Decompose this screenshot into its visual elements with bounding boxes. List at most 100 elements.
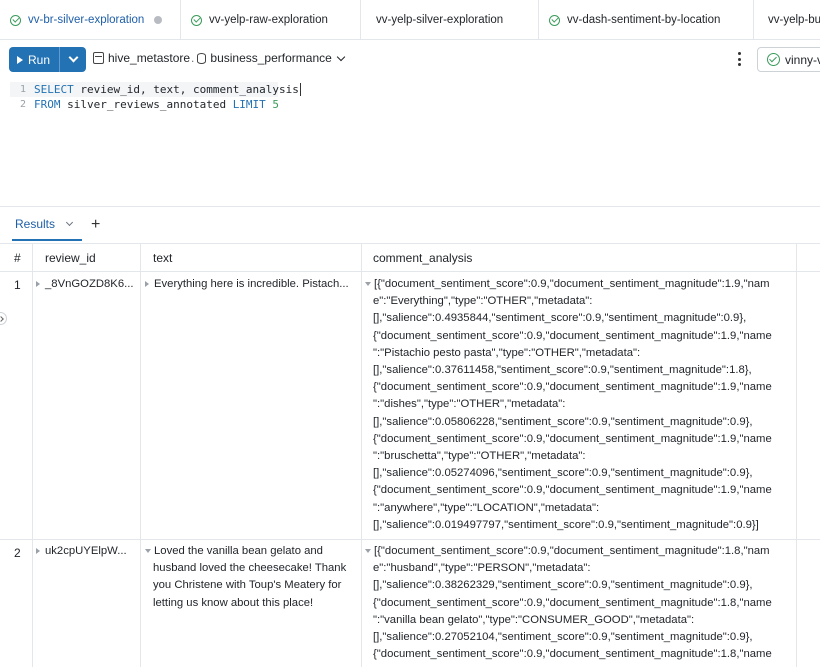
- run-button[interactable]: Run: [9, 47, 60, 72]
- analysis-line: ":"anywhere","type":"LOCATION","metadata…: [373, 501, 600, 514]
- analysis-line: [],"salience":0.4935844,"sentiment_score…: [373, 312, 747, 325]
- sql-keyword: FROM: [34, 98, 61, 111]
- editor-toolbar: Run hive_metastore . business_performanc…: [0, 40, 820, 78]
- analysis-line: {"document_sentiment_score":0.9,"documen…: [373, 381, 772, 394]
- check-circle-icon: [549, 14, 560, 26]
- tab-label: vv-dash-sentiment-by-location: [567, 14, 721, 26]
- row-number: 2: [14, 546, 21, 560]
- chevron-down-icon[interactable]: [65, 218, 74, 227]
- database-icon: [197, 52, 207, 64]
- column-header-text[interactable]: text: [153, 244, 172, 272]
- analysis-line: {"document_sentiment_score":0.9,"documen…: [373, 648, 772, 661]
- tab-label: vv-br-silver-exploration: [28, 14, 145, 26]
- sql-keyword: SELECT: [34, 83, 74, 96]
- analysis-line: [],"salience":0.27052104,"sentiment_scor…: [373, 631, 753, 644]
- analysis-line: [],"salience":0.05274096,"sentiment_scor…: [373, 467, 753, 480]
- column-header-comment-analysis[interactable]: comment_analysis: [373, 244, 472, 272]
- sql-text: review_id, text, comment_analysis: [73, 83, 299, 96]
- cell-text[interactable]: Everything here is incredible. Pistach..…: [145, 276, 359, 293]
- collapse-icon[interactable]: [365, 549, 371, 554]
- add-visualization-button[interactable]: +: [91, 216, 100, 234]
- expand-icon[interactable]: [36, 281, 40, 288]
- analysis-line: ":"bruschetta","type":"OTHER","metadata"…: [373, 450, 586, 463]
- analysis-line: [],"salience":0.019497797,"sentiment_sco…: [373, 518, 759, 531]
- tab-vv-yelp-silver-exploration[interactable]: vv-yelp-silver-exploration: [361, 0, 539, 39]
- text-value: Everything here is incredible. Pistach..…: [154, 278, 349, 290]
- results-tab-underline: [12, 239, 82, 241]
- catalog-schema-selector[interactable]: hive_metastore . business_performance: [93, 51, 346, 65]
- unsaved-dot-icon: [154, 16, 163, 24]
- text-value: Loved the vanilla bean gelato and: [154, 545, 323, 557]
- analysis-line: {"document_sentiment_score":0.9,"documen…: [373, 484, 772, 497]
- tab-bar: vv-br-silver-exploration vv-yelp-raw-exp…: [0, 0, 820, 40]
- analysis-line: [],"salience":0.38262329,"sentiment_scor…: [373, 579, 753, 592]
- results-bar: Results +: [0, 207, 820, 243]
- column-divider[interactable]: [796, 244, 797, 667]
- review-id-value: uk2cpUYElpW...: [45, 545, 127, 557]
- analysis-line: [],"salience":0.05806228,"sentiment_scor…: [373, 415, 753, 428]
- analysis-line: ":"Pistachio pesto pasta","type":"OTHER"…: [373, 346, 641, 359]
- analysis-line: ":"dishes","type":"OTHER","metadata":: [373, 398, 566, 411]
- row-number: 1: [14, 278, 21, 292]
- collapse-icon[interactable]: [145, 549, 151, 554]
- analysis-line: ":"vanilla bean gelato","type":"CONSUMER…: [373, 613, 695, 626]
- analysis-line: {"document_sentiment_score":0.9,"documen…: [373, 432, 772, 445]
- more-options-icon[interactable]: [737, 52, 741, 66]
- tab-vv-br-silver-exploration[interactable]: vv-br-silver-exploration: [0, 0, 181, 39]
- cell-comment-analysis[interactable]: [{"document_sentiment_score":0.9,"docume…: [365, 543, 795, 663]
- collapse-icon[interactable]: [365, 282, 371, 287]
- play-icon: [17, 55, 23, 64]
- line-number: 2: [19, 99, 26, 110]
- analysis-text: [{"document_sentiment_score":0.9,"docume…: [374, 278, 770, 290]
- tab-results[interactable]: Results: [15, 217, 74, 231]
- analysis-line: [],"salience":0.37611458,"sentiment_scor…: [373, 364, 752, 377]
- expand-icon[interactable]: [145, 281, 149, 288]
- tab-label: vv-yelp-silver-exploration: [376, 14, 504, 26]
- sql-text: silver_reviews_annotated: [60, 98, 233, 111]
- code-line-2: 2 FROM silver_reviews_annotated LIMIT 5: [10, 97, 279, 112]
- column-header-review-id[interactable]: review_id: [45, 244, 96, 272]
- tab-label: vv-yelp-raw-exploration: [209, 14, 328, 26]
- cell-review-id[interactable]: _8VnGOZD8K6...: [36, 276, 140, 293]
- catalog-separator: .: [191, 51, 195, 65]
- warehouse-label: vinny-v: [785, 52, 820, 67]
- check-circle-icon: [191, 14, 202, 26]
- tab-vv-yelp-bu[interactable]: vv-yelp-bu: [754, 0, 820, 39]
- analysis-line: {"document_sentiment_score":0.9,"documen…: [373, 329, 772, 342]
- catalog-name: hive_metastore: [108, 51, 191, 65]
- review-id-value: _8VnGOZD8K6...: [45, 278, 134, 290]
- line-number: 1: [19, 84, 26, 95]
- code-line-1: 1 SELECT review_id, text, comment_analys…: [10, 82, 301, 97]
- sql-editor[interactable]: 1 SELECT review_id, text, comment_analys…: [10, 82, 820, 206]
- results-tab-label: Results: [15, 217, 56, 231]
- column-divider[interactable]: [140, 244, 141, 667]
- warehouse-status-button[interactable]: vinny-v: [757, 47, 820, 72]
- text-line: Loved the vanilla bean gelato and: [145, 543, 359, 560]
- column-divider[interactable]: [361, 244, 362, 667]
- text-line: husband loved the cheesecake! Thank: [153, 562, 347, 575]
- cell-review-id[interactable]: uk2cpUYElpW...: [36, 543, 140, 560]
- expand-sidebar-icon[interactable]: [0, 312, 7, 325]
- analysis-line: {"document_sentiment_score":0.9,"documen…: [373, 596, 772, 609]
- tab-vv-dash-sentiment-by-location[interactable]: vv-dash-sentiment-by-location: [539, 0, 754, 39]
- analysis-text: [{"document_sentiment_score":0.9,"docume…: [374, 545, 770, 557]
- column-divider: [32, 244, 33, 667]
- tab-label: vv-yelp-bu: [768, 14, 820, 26]
- chevron-down-icon: [68, 52, 78, 63]
- run-label: Run: [28, 52, 51, 67]
- run-options-dropdown[interactable]: [60, 47, 86, 72]
- analysis-line: [{"document_sentiment_score":0.9,"docume…: [365, 543, 795, 560]
- cell-comment-analysis[interactable]: [{"document_sentiment_score":0.9,"docume…: [365, 276, 795, 534]
- results-table-header: # review_id text comment_analysis: [0, 244, 820, 272]
- expand-icon[interactable]: [36, 548, 40, 555]
- row-divider: [0, 539, 820, 540]
- catalog-icon: [93, 52, 104, 64]
- tab-vv-yelp-raw-exploration[interactable]: vv-yelp-raw-exploration: [181, 0, 361, 39]
- text-line: you Christene with Toup's Meatery for: [153, 579, 342, 592]
- sql-keyword: LIMIT: [232, 98, 266, 111]
- check-circle-icon: [10, 14, 21, 26]
- column-header-index: #: [14, 251, 21, 265]
- sql-number: 5: [265, 98, 280, 111]
- cell-text[interactable]: Loved the vanilla bean gelato and husban…: [145, 543, 359, 612]
- analysis-line: e":"husband","type":"PERSON","metadata":: [373, 562, 591, 575]
